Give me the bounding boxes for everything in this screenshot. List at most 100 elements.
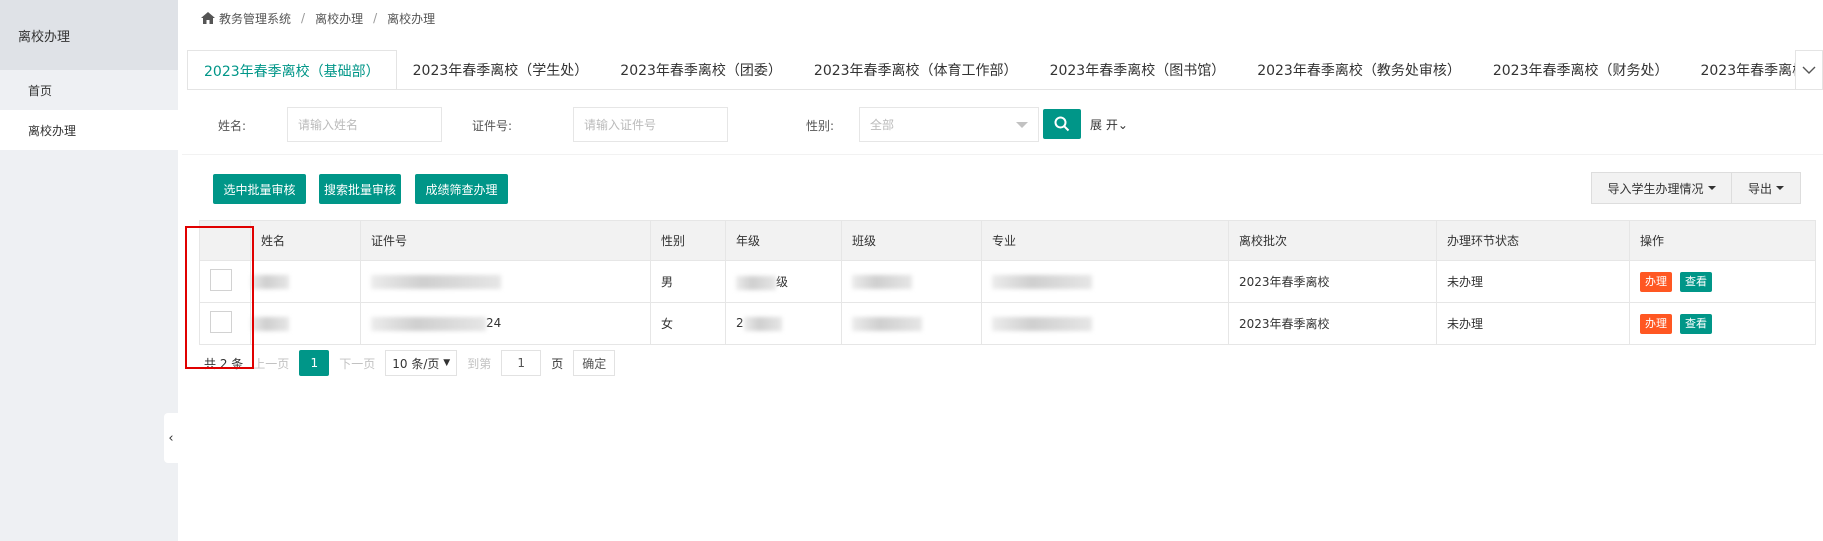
redacted-grade	[736, 275, 776, 290]
filter-form: 姓名: 证件号: 性别: 全部 展 开⌄	[182, 107, 1823, 143]
gender-select[interactable]: 全部	[859, 107, 1039, 142]
class-cell	[841, 302, 982, 345]
redacted-class	[852, 316, 922, 331]
caret-down-icon	[1016, 121, 1028, 128]
main-content: 教务管理系统 / 离校办理 / 离校办理 2023年春季离校（基础部） 2023…	[182, 0, 1823, 541]
header-checkbox-cell	[199, 220, 251, 261]
header-class: 班级	[841, 220, 982, 261]
import-status-label: 导入学生办理情况	[1607, 181, 1704, 196]
redacted-id-number	[371, 274, 501, 289]
grade-cell: 2	[725, 302, 842, 345]
actions-cell: 办理 查看	[1629, 302, 1816, 345]
gender-cell: 男	[650, 260, 726, 303]
batch-review-selected-button[interactable]: 选中批量审核	[213, 174, 306, 204]
breadcrumb: 教务管理系统 / 离校办理 / 离校办理	[182, 0, 1823, 36]
name-label: 姓名:	[217, 119, 246, 133]
page-size-value: 10 条/页	[392, 356, 440, 371]
goto-confirm-button[interactable]: 确定	[573, 350, 616, 376]
tab-finance[interactable]: 2023年春季离校（财务处）	[1477, 50, 1685, 89]
chevron-down-icon	[1802, 66, 1816, 74]
tabs-more-button[interactable]	[1795, 50, 1823, 90]
view-button[interactable]: 查看	[1680, 271, 1712, 292]
caret-down-icon: ▼	[443, 358, 451, 368]
header-batch: 离校批次	[1228, 220, 1437, 261]
tab-bar: 2023年春季离校（基础部） 2023年春季离校（学生处） 2023年春季离校（…	[187, 50, 1823, 90]
sidebar: 离校办理 首页 离校办理	[0, 0, 178, 541]
view-button[interactable]: 查看	[1680, 313, 1712, 334]
page-size-select[interactable]: 10 条/页 ▼	[385, 350, 458, 376]
gender-cell: 女	[650, 302, 726, 345]
tab-sports-dept[interactable]: 2023年春季离校（体育工作部）	[798, 50, 1034, 89]
actions-cell: 办理 查看	[1629, 260, 1816, 303]
tab-student-affairs[interactable]: 2023年春季离校（学生处）	[397, 50, 605, 89]
name-input[interactable]	[287, 107, 442, 142]
breadcrumb-item-system[interactable]: 教务管理系统	[219, 10, 291, 27]
major-cell	[981, 260, 1229, 303]
export-label: 导出	[1747, 181, 1772, 196]
redacted-class	[852, 274, 912, 289]
sidebar-item-home[interactable]: 首页	[0, 70, 178, 110]
batch-review-search-button[interactable]: 搜索批量审核	[319, 174, 401, 204]
prev-page-button[interactable]: 上一页	[253, 355, 289, 372]
header-status: 办理环节状态	[1436, 220, 1630, 261]
header-actions: 操作	[1629, 220, 1816, 261]
header-grade: 年级	[725, 220, 842, 261]
pagination: 共 2 条 上一页 1 下一页 10 条/页 ▼ 到第 1 页 确定	[204, 350, 625, 376]
breadcrumb-item-leave[interactable]: 离校办理	[315, 10, 363, 27]
grade-suffix: 级	[776, 275, 789, 289]
caret-down-icon	[1707, 186, 1716, 190]
id-number-input[interactable]	[573, 107, 728, 142]
class-cell	[841, 260, 982, 303]
id-number-cell	[360, 260, 651, 303]
goto-label: 到第	[467, 356, 492, 371]
row-checkbox[interactable]	[210, 269, 232, 291]
header-major: 专业	[981, 220, 1229, 261]
header-id-number: 证件号	[360, 220, 651, 261]
sidebar-item-leave-processing[interactable]: 离校办理	[0, 110, 178, 150]
goto-page-input[interactable]: 1	[501, 350, 542, 376]
gender-select-value: 全部	[870, 118, 895, 132]
row-checkbox-cell	[199, 260, 251, 303]
redacted-major	[992, 274, 1092, 289]
current-page[interactable]: 1	[299, 350, 330, 376]
filter-divider	[182, 154, 1823, 155]
breadcrumb-separator: /	[373, 11, 378, 25]
sidebar-collapse-button[interactable]: ‹	[164, 413, 178, 463]
status-cell: 未办理	[1436, 260, 1630, 303]
tab-basic-dept[interactable]: 2023年春季离校（基础部）	[187, 50, 397, 89]
import-status-button[interactable]: 导入学生办理情况	[1591, 172, 1732, 204]
student-table: 姓名 证件号 性别 年级 班级 专业 离校批次 办理环节状态 操作 男 级 20…	[199, 220, 1816, 345]
redacted-grade	[743, 316, 782, 331]
search-icon	[1054, 116, 1070, 132]
header-gender: 性别	[650, 220, 726, 261]
breadcrumb-separator: /	[301, 11, 306, 25]
table-row: 24 女 2 2023年春季离校 未办理 办理 查看	[199, 302, 1816, 345]
redacted-name	[251, 316, 289, 331]
header-name: 姓名	[250, 220, 361, 261]
grade-prefix: 2	[736, 316, 744, 331]
redacted-major	[992, 316, 1092, 331]
row-checkbox[interactable]	[210, 311, 232, 333]
name-cell	[250, 260, 361, 303]
process-button[interactable]: 办理	[1640, 271, 1672, 292]
row-checkbox-cell	[199, 302, 251, 345]
redacted-name	[251, 274, 289, 289]
tab-academic-review[interactable]: 2023年春季离校（教务处审核）	[1241, 50, 1477, 89]
sidebar-title: 离校办理	[0, 0, 178, 70]
score-filter-button[interactable]: 成绩筛查办理	[415, 174, 508, 204]
expand-toggle[interactable]: 展 开⌄	[1090, 116, 1128, 133]
batch-cell: 2023年春季离校	[1228, 260, 1437, 303]
table-header-row: 姓名 证件号 性别 年级 班级 专业 离校批次 办理环节状态 操作	[199, 220, 1816, 261]
tab-library[interactable]: 2023年春季离校（图书馆）	[1034, 50, 1242, 89]
process-button[interactable]: 办理	[1640, 313, 1672, 334]
search-button[interactable]	[1043, 109, 1081, 139]
id-number-suffix: 24	[486, 316, 502, 331]
tab-youth-league[interactable]: 2023年春季离校（团委）	[604, 50, 798, 89]
batch-cell: 2023年春季离校	[1228, 302, 1437, 345]
name-cell	[250, 302, 361, 345]
table-row: 男 级 2023年春季离校 未办理 办理 查看	[199, 260, 1816, 303]
export-button[interactable]: 导出	[1731, 172, 1801, 204]
next-page-button[interactable]: 下一页	[339, 355, 375, 372]
grade-cell: 级	[725, 260, 842, 303]
page-unit-label: 页	[551, 356, 564, 371]
